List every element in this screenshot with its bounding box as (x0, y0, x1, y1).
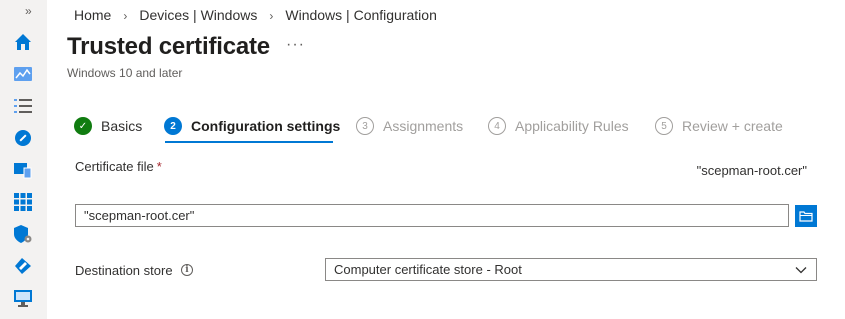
breadcrumb-chevron-icon: › (269, 9, 274, 23)
destination-store-dropdown[interactable]: Computer certificate store - Root (325, 258, 817, 281)
destination-store-value: Computer certificate store - Root (334, 262, 522, 277)
breadcrumb-home-link[interactable]: Home (74, 7, 111, 23)
step-label: Review + create (682, 118, 783, 134)
step-label: Basics (101, 118, 143, 134)
certificate-file-input[interactable] (75, 204, 789, 227)
step-label: Configuration settings (191, 118, 341, 134)
certificate-file-label: Certificate file * (75, 159, 162, 174)
grid-apps-icon[interactable] (13, 192, 33, 212)
destination-store-label: Destination store (75, 263, 173, 278)
page-subtitle: Windows 10 and later (67, 66, 183, 80)
chevron-down-icon (795, 267, 807, 274)
step-configuration-settings[interactable]: 2 Configuration settings (164, 117, 340, 135)
required-asterisk: * (156, 159, 162, 174)
devices-icon[interactable] (13, 128, 33, 148)
left-nav-rail: » (0, 0, 47, 319)
step-applicability-rules[interactable]: 4 Applicability Rules (488, 117, 629, 135)
checkmark-icon: ✓ (74, 117, 92, 135)
home-icon[interactable] (13, 32, 33, 52)
folder-icon (799, 211, 813, 222)
troubleshooting-icon[interactable] (13, 288, 33, 308)
step-number-badge: 2 (164, 117, 182, 135)
step-basics[interactable]: ✓ Basics (74, 117, 142, 135)
breadcrumb-windows-configuration-link[interactable]: Windows | Configuration (285, 7, 436, 23)
breadcrumb: Home › Devices | Windows › Windows | Configu… (74, 7, 437, 23)
dashboard-icon[interactable] (13, 64, 33, 84)
expand-nav-icon[interactable]: » (25, 5, 32, 17)
endpoint-security-icon[interactable] (13, 224, 33, 244)
browse-file-button[interactable] (795, 205, 817, 227)
step-number-badge: 4 (488, 117, 506, 135)
breadcrumb-devices-windows-link[interactable]: Devices | Windows (139, 7, 257, 23)
selected-certificate-name: "scepman-root.cer" (696, 163, 807, 178)
step-number-badge: 3 (356, 117, 374, 135)
step-assignments[interactable]: 3 Assignments (356, 117, 463, 135)
active-step-underline (165, 141, 333, 143)
tenant-admin-icon[interactable] (13, 256, 33, 276)
step-label: Applicability Rules (515, 118, 629, 134)
step-number-badge: 5 (655, 117, 673, 135)
info-icon[interactable]: i (181, 264, 193, 276)
apps-icon[interactable] (13, 160, 33, 180)
step-review-create[interactable]: 5 Review + create (655, 117, 783, 135)
page-title: Trusted certificate (67, 33, 270, 60)
all-services-icon[interactable] (13, 96, 33, 116)
step-label: Assignments (383, 118, 464, 134)
more-options-button[interactable]: ··· (286, 36, 305, 54)
breadcrumb-chevron-icon: › (123, 9, 128, 23)
